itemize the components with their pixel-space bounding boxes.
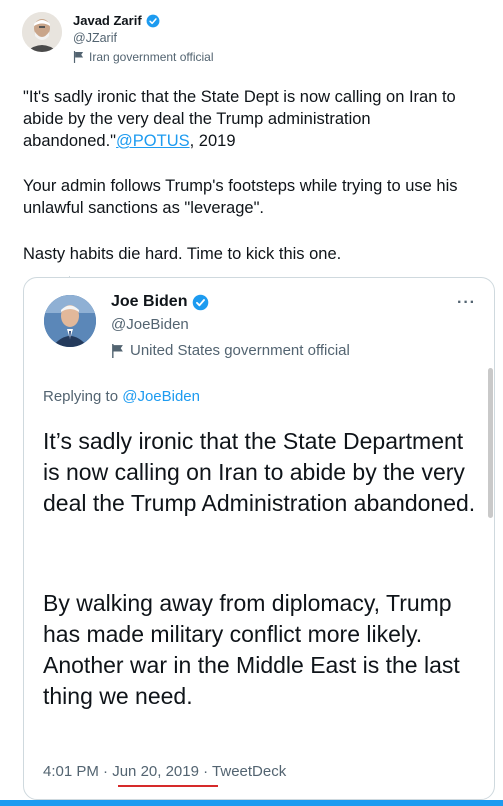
replying-mention-link[interactable]: @JoeBiden	[122, 388, 200, 405]
tweet-text-paragraph-3: Nasty habits die hard. Time to kick this…	[23, 245, 342, 263]
replying-to: Replying to @JoeBiden	[43, 388, 200, 405]
flag-icon	[73, 51, 84, 63]
verified-badge-icon	[193, 294, 209, 310]
quoted-author-display-name[interactable]: Joe Biden	[111, 293, 187, 311]
tweet: Javad Zarif @JZarif Iran government offi…	[0, 0, 503, 806]
author-handle[interactable]: @JZarif	[73, 31, 117, 45]
government-label: Iran government official	[73, 50, 214, 64]
verified-badge-icon	[146, 14, 160, 27]
government-label-text: Iran government official	[89, 50, 214, 64]
tweet-time: 4:01 PM	[43, 763, 99, 780]
quoted-text-paragraph-1: It’s sadly ironic that the State Departm…	[43, 428, 476, 516]
tweet-text-paragraph-1: "It's sadly ironic that the State Dept i…	[23, 86, 493, 152]
meta-separator: ·	[198, 763, 213, 780]
scrollbar-thumb[interactable]	[488, 368, 493, 518]
author-display-name[interactable]: Javad Zarif	[73, 13, 142, 28]
quoted-tweet-meta: 4:01 PM · Jun 20, 2019 · TweetDeck	[43, 763, 286, 780]
tweet-text-year: , 2019	[189, 132, 236, 150]
tweet-text-paragraph-2: Your admin follows Trump's footsteps whi…	[23, 177, 458, 217]
tweet-source: TweetDeck	[212, 763, 287, 780]
quoted-author-handle[interactable]: @JoeBiden	[111, 316, 189, 333]
tweet-text-quote: "It's sadly ironic that the State Dept i…	[23, 88, 456, 150]
quoted-author-name-row: Joe Biden	[111, 293, 209, 311]
author-avatar[interactable]	[22, 12, 62, 52]
quoted-author-avatar[interactable]	[44, 295, 96, 347]
quoted-government-label-text: United States government official	[130, 342, 350, 359]
mention-link[interactable]: @POTUS	[116, 132, 190, 150]
replying-prefix: Replying to	[43, 388, 123, 405]
quoted-text-paragraph-2: By walking away from diplomacy, Trump ha…	[43, 590, 460, 709]
tweet-date-link[interactable]: Jun 20, 2019	[112, 763, 199, 780]
date-red-underline	[118, 785, 218, 787]
quoted-tweet-card[interactable]: Joe Biden @JoeBiden United States govern…	[23, 277, 495, 800]
bottom-accent-bar	[0, 800, 503, 806]
author-name-row: Javad Zarif	[73, 13, 160, 28]
meta-separator: ·	[98, 763, 113, 780]
flag-icon	[112, 343, 123, 358]
quoted-government-label: United States government official	[111, 342, 350, 359]
more-dots-icon[interactable]: ···	[457, 294, 476, 312]
